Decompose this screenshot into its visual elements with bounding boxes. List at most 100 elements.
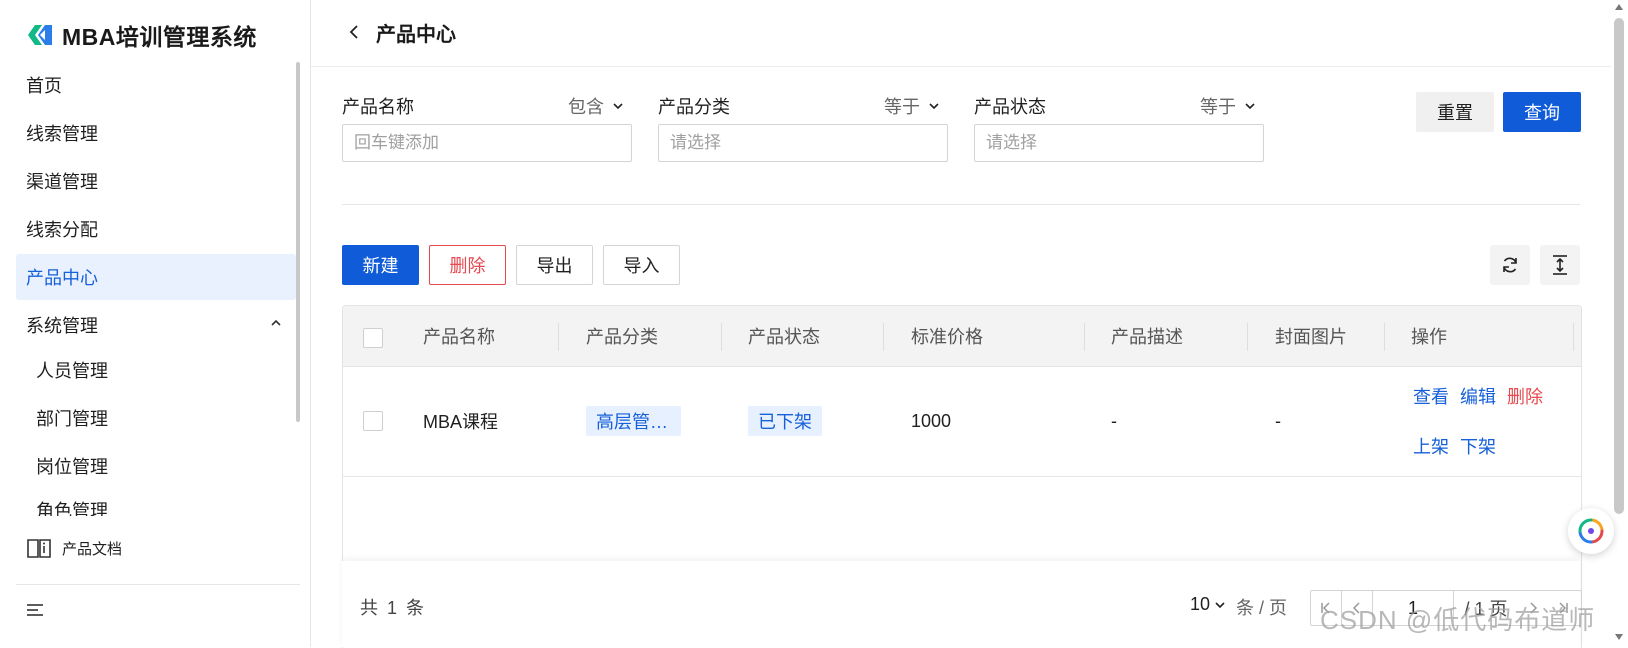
product-status-select[interactable] [974,124,1264,162]
sidebar-item-system[interactable]: 系统管理 [16,302,296,348]
filter-operator-label: 包含 [568,97,604,117]
column-separator [558,323,559,351]
sidebar-item-products[interactable]: 产品中心 [16,254,296,300]
main-scrollbar[interactable] [1614,18,1624,514]
total-prefix: 共 [360,598,380,618]
filter-operator-product-name[interactable]: 包含 [568,93,624,119]
sidebar-item-label: 人员管理 [36,361,108,381]
page-size-value: 10 [1190,594,1211,614]
column-header-name[interactable]: 产品名称 [423,306,495,366]
query-button[interactable]: 查询 [1503,92,1581,132]
chevron-down-icon [613,103,623,110]
sidebar-item-label: 渠道管理 [26,172,98,192]
off-shelf-link[interactable]: 下架 [1460,433,1496,459]
category-tag: 高层管… [586,406,681,436]
column-separator [1247,323,1248,351]
page-size-select[interactable]: 10 [1190,594,1226,615]
column-header-category[interactable]: 产品分类 [586,306,658,366]
column-separator [1084,323,1085,351]
new-button[interactable]: 新建 [342,245,419,285]
book-icon [27,539,51,558]
filter-operator-product-status[interactable]: 等于 [1200,93,1256,119]
sidebar-divider [16,584,300,585]
cell-cover: - [1275,410,1281,431]
sidebar-item-label: 产品中心 [26,268,98,288]
product-category-select[interactable] [658,124,948,162]
column-header-cover[interactable]: 封面图片 [1275,306,1347,366]
chevron-down-icon [1215,601,1225,608]
sidebar-item-home[interactable]: 首页 [16,62,296,108]
sidebar-subitem-departments[interactable]: 部门管理 [36,396,108,440]
filter-operator-label: 等于 [884,97,920,117]
sidebar-item-label: 角色管理 [36,501,108,516]
refresh-icon [1503,257,1517,273]
watermark: CSDN @低代码布道师 [1320,605,1596,635]
sidebar-item-lead-assign[interactable]: 线索分配 [16,206,296,252]
cell-product-name: MBA课程 [423,412,499,432]
sidebar-subitem-roles[interactable]: 角色管理 [36,494,108,516]
sidebar-item-leads[interactable]: 线索管理 [16,110,296,156]
sidebar-item-label: 线索管理 [26,124,98,144]
filter-operator-product-category[interactable]: 等于 [884,93,940,119]
sidebar-scrollbar[interactable] [296,62,300,422]
filter-operator-label: 等于 [1200,97,1236,117]
table-row[interactable]: MBA课程 高层管… 已下架 1000 - - 查看 编辑 删除 上架 下架 [343,367,1581,476]
export-button[interactable]: 导出 [516,245,593,285]
sidebar-item-label: 线索分配 [26,220,98,240]
total-value: 1 [387,598,400,618]
total-suffix: 条 [406,598,427,618]
scroll-down-icon[interactable] [1613,632,1625,642]
product-name-input[interactable] [342,124,632,162]
page-header [311,0,1611,67]
page-title: 产品中心 [376,24,456,46]
row-delete-link[interactable]: 删除 [1507,383,1543,409]
column-header-price[interactable]: 标准价格 [911,306,983,366]
sidebar-item-label: 首页 [26,76,62,96]
refresh-button[interactable] [1490,245,1530,285]
row-checkbox[interactable] [363,411,383,431]
column-separator [1573,323,1574,351]
filter-label-product-status: 产品状态 [974,97,1046,117]
chevron-down-icon [1245,103,1255,110]
sidebar-item-label: 系统管理 [26,316,98,336]
filter-label-product-name: 产品名称 [342,97,414,117]
brand: MBA培训管理系统 [26,18,257,52]
status-badge: 已下架 [748,406,822,436]
chevron-down-icon [929,103,939,110]
column-separator [883,323,884,351]
column-header-actions: 操作 [1411,327,1447,347]
import-button[interactable]: 导入 [603,245,680,285]
chevron-left-icon[interactable] [347,22,361,42]
assistant-float-button[interactable] [1568,508,1614,554]
sidebar-subitem-positions[interactable]: 岗位管理 [36,444,108,488]
page-size-unit: 条 / 页 [1236,598,1288,618]
column-separator [1384,323,1385,351]
scroll-up-icon[interactable] [1613,2,1625,12]
select-all-checkbox[interactable] [363,328,383,348]
delete-button[interactable]: 删除 [429,245,506,285]
assistant-icon [1578,518,1604,544]
density-button[interactable] [1540,245,1580,285]
filter-label-product-category: 产品分类 [658,97,730,117]
column-header-status[interactable]: 产品状态 [748,306,820,366]
view-link[interactable]: 查看 [1413,383,1449,409]
reset-button[interactable]: 重置 [1416,92,1494,132]
cell-description: - [1111,410,1117,431]
logo-icon [28,25,52,45]
total-count: 共 1 条 [360,594,426,620]
edit-link[interactable]: 编辑 [1460,383,1496,409]
app-title: MBA培训管理系统 [62,24,257,50]
on-shelf-link[interactable]: 上架 [1413,433,1449,459]
cell-price: 1000 [911,410,952,431]
expand-vertical-icon [1553,255,1567,275]
row-divider [343,476,1581,477]
sidebar-subitem-staff[interactable]: 人员管理 [36,348,108,392]
sidebar-item-channels[interactable]: 渠道管理 [16,158,296,204]
sidebar-item-label: 部门管理 [36,409,108,429]
chevron-up-icon[interactable] [270,318,282,328]
filter-divider [342,204,1580,205]
docs-link[interactable]: 产品文档 [26,536,122,560]
column-separator [721,323,722,351]
column-header-description[interactable]: 产品描述 [1111,306,1183,366]
menu-icon[interactable] [26,602,46,618]
